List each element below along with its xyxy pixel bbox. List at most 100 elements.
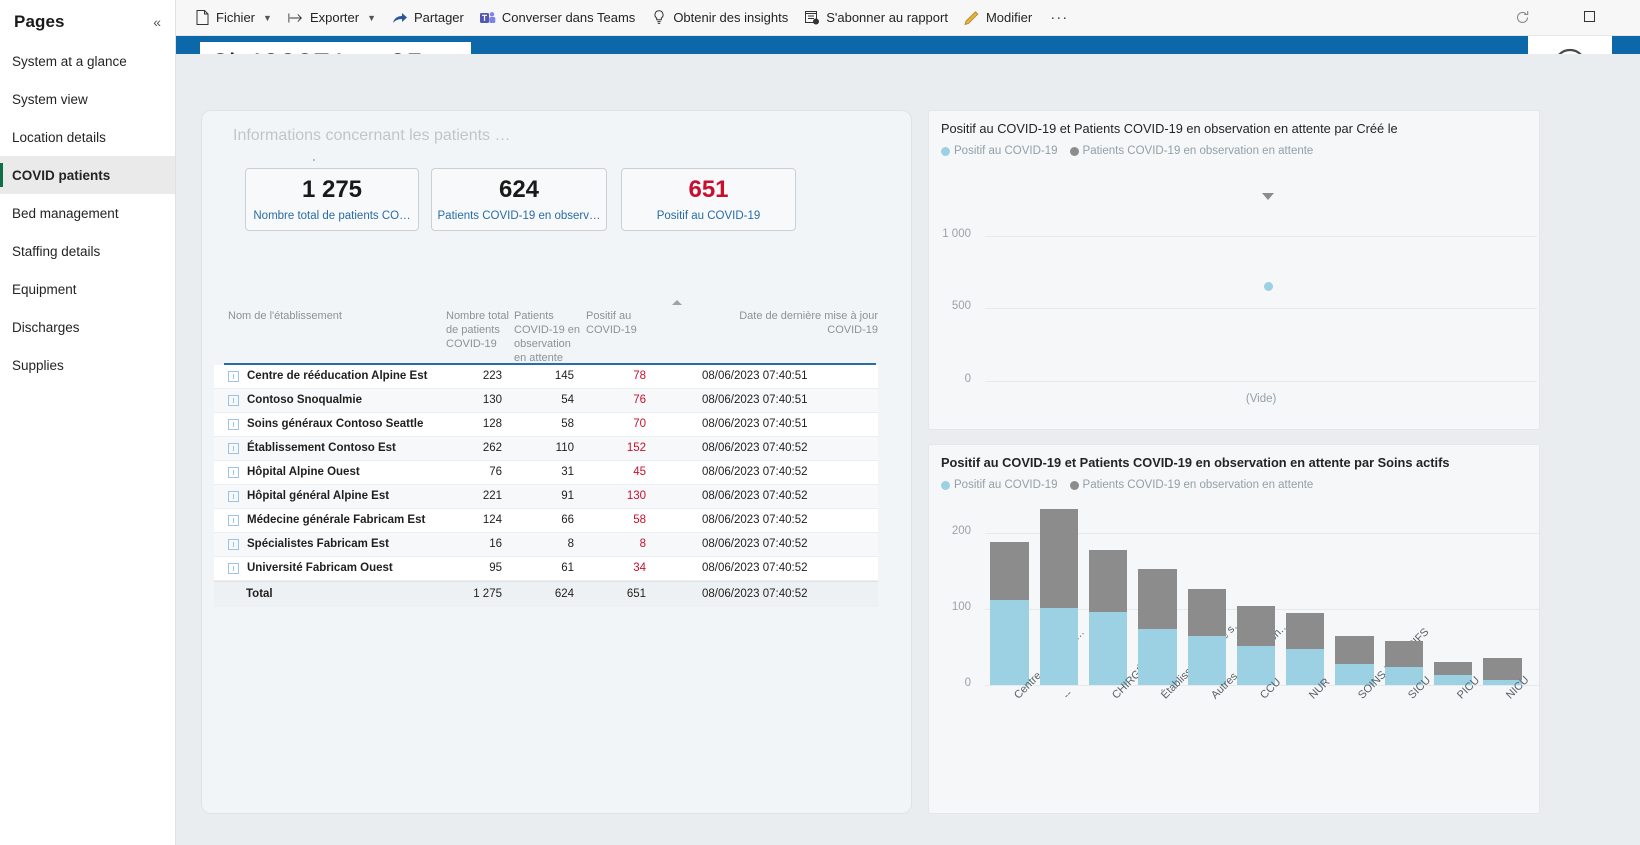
expand-icon[interactable] xyxy=(228,371,239,382)
legend-swatch xyxy=(941,480,950,490)
pages-sidebar: Pages « System at a glance System view Loc… xyxy=(0,0,176,845)
scatter-marker-positive[interactable] xyxy=(1263,282,1273,292)
sidebar-item-equipment[interactable]: Equipment xyxy=(0,270,175,308)
y-axis-tick: 0 xyxy=(964,373,971,385)
bar-segment-observation xyxy=(1483,657,1522,681)
table-row[interactable]: Hôpital général Alpine Est 221 91 130 08/06/… xyxy=(214,485,878,509)
expand-icon[interactable] xyxy=(228,395,239,406)
kpi-value: 624 xyxy=(498,176,540,204)
stacked-bar[interactable] xyxy=(1138,568,1177,685)
stacked-bar[interactable] xyxy=(1236,605,1276,685)
stacked-bar[interactable] xyxy=(1286,612,1325,685)
col-header-covid-positive[interactable]: Positif au COVID-19 xyxy=(586,301,658,337)
y-axis-tick: 500 xyxy=(951,300,971,313)
export-menu-button[interactable]: Exporter ▼ xyxy=(280,6,384,30)
sidebar-item-system-view[interactable]: System view xyxy=(0,80,175,118)
sidebar-item-bed-management[interactable]: Bed management xyxy=(0,194,175,232)
col-header-last-update[interactable]: Date de dernière mise à jour COVID-19 xyxy=(702,301,878,337)
col-header-facility-name[interactable]: Nom de l'établissement xyxy=(214,301,446,323)
cell-last-update: 08/06/2023 07:40:52 xyxy=(702,441,808,454)
stacked-bar[interactable] xyxy=(1384,640,1424,685)
bar-segment-positive xyxy=(1088,612,1128,685)
col-header-total-patients[interactable]: Nombre total de patients COVID-19 xyxy=(446,301,514,351)
sidebar-item-staffing-details[interactable]: Staffing details xyxy=(0,232,175,270)
sidebar-item-system-at-a-glance[interactable]: System at a glance xyxy=(0,42,175,80)
stacked-bar[interactable] xyxy=(1039,508,1079,685)
more-options-button[interactable]: ··· xyxy=(1040,5,1078,30)
stacked-bar[interactable] xyxy=(1088,550,1128,685)
legend-swatch xyxy=(1069,146,1079,156)
expand-icon[interactable] xyxy=(228,563,239,574)
expand-icon[interactable] xyxy=(228,467,239,478)
pencil-icon xyxy=(964,10,980,26)
restore-window-icon[interactable] xyxy=(1584,9,1598,23)
stacked-bar[interactable] xyxy=(1335,635,1374,685)
x-axis-tick: -- xyxy=(1060,687,1075,702)
kpi-card-total-patients[interactable]: 1 275 Nombre total de patients CO… xyxy=(245,168,419,231)
table-row[interactable]: Médecine générale Fabricam Est 124 66 58 08/… xyxy=(214,509,878,533)
stacked-bar[interactable] xyxy=(1187,589,1226,685)
kpi-card-observation-pending[interactable]: 624 Patients COVID-19 en observ… xyxy=(431,168,607,231)
kpi-card-covid-positive[interactable]: 651 Positif au COVID-19 xyxy=(621,168,796,231)
table-row[interactable]: Soins généraux Contoso Seattle 128 58 70 08/… xyxy=(214,413,878,437)
legend-label: Positif au COVID-19 xyxy=(954,145,1058,157)
bar-segment-observation xyxy=(1039,508,1079,609)
edit-button[interactable]: Modifier xyxy=(956,6,1040,30)
cell-covid-positive: 45 xyxy=(633,465,646,478)
bar-segment-positive xyxy=(1187,636,1226,685)
expand-icon[interactable] xyxy=(228,491,239,502)
legend-item-observation[interactable]: Patients COVID-19 en observation en atte… xyxy=(1069,145,1313,157)
bar-chart-card[interactable]: Positif au COVID-19 et Patients COVID-19… xyxy=(928,444,1540,814)
chevron-down-icon: ▼ xyxy=(367,12,376,23)
total-patients: 1 275 xyxy=(473,587,502,600)
sidebar-item-covid-patients[interactable]: COVID patients xyxy=(0,156,175,194)
legend-item-positive[interactable]: Positif au COVID-19 xyxy=(941,479,1058,491)
sidebar-header: Pages « xyxy=(0,0,175,42)
table-row[interactable]: Établissement Contoso Est 262 110 152 08/06/… xyxy=(214,437,878,461)
sidebar-item-label: Staffing details xyxy=(12,243,101,259)
bar-segment-positive xyxy=(1236,646,1276,685)
bar-segment-observation xyxy=(1088,550,1128,613)
chevron-double-left-icon[interactable]: « xyxy=(153,15,161,29)
sidebar-item-discharges[interactable]: Discharges xyxy=(0,308,175,346)
subscribe-button[interactable]: S'abonner au rapport xyxy=(796,6,956,30)
expand-icon[interactable] xyxy=(228,515,239,526)
expand-icon[interactable] xyxy=(228,419,239,430)
share-button[interactable]: Partager xyxy=(384,6,472,30)
bar-plot-area: 0100200Centre de conval…--CHIRGÉNÉtablis… xyxy=(929,491,1539,803)
cell-total-patients: 223 xyxy=(482,369,502,382)
table-row[interactable]: Spécialistes Fabricam Est 16 8 8 08/06/2023 … xyxy=(214,533,878,557)
col-header-observation-pending[interactable]: Patients COVID-19 en observation en atte… xyxy=(514,301,586,365)
kpi-label: Patients COVID-19 en observ… xyxy=(437,209,601,222)
insights-button[interactable]: Obtenir des insights xyxy=(643,6,796,30)
file-menu-button[interactable]: Fichier ▼ xyxy=(186,6,280,30)
stacked-bar[interactable] xyxy=(990,542,1029,685)
lightbulb-icon xyxy=(651,10,667,26)
scatter-chart-card[interactable]: Positif au COVID-19 et Patients COVID-19… xyxy=(928,110,1540,430)
table-row[interactable]: Contoso Snoqualmie 130 54 76 08/06/2023 07:4… xyxy=(214,389,878,413)
legend-item-observation[interactable]: Patients COVID-19 en observation en atte… xyxy=(1069,479,1314,491)
expand-icon[interactable] xyxy=(228,443,239,454)
legend-label: Patients COVID-19 en observation en atte… xyxy=(1082,479,1314,491)
table-row[interactable]: Hôpital Alpine Ouest 76 31 45 08/06/2023 07:… xyxy=(214,461,878,485)
cell-facility-name: Hôpital général Alpine Est xyxy=(247,489,390,502)
export-menu-label: Exporter xyxy=(309,10,360,25)
sidebar-item-supplies[interactable]: Supplies xyxy=(0,346,175,384)
total-positive: 651 xyxy=(626,587,646,600)
cell-facility-name: Hôpital Alpine Ouest xyxy=(247,465,360,478)
sidebar-item-location-details[interactable]: Location details xyxy=(0,118,175,156)
gridline xyxy=(985,308,1537,310)
table-row[interactable]: Centre de rééducation Alpine Est 223 145 78… xyxy=(214,365,878,389)
teams-chat-button[interactable]: Converser dans Teams xyxy=(472,6,643,30)
x-axis-tick: (Vide) xyxy=(1245,393,1277,405)
sidebar-item-label: Bed management xyxy=(12,205,119,221)
cell-total-patients: 95 xyxy=(489,561,502,574)
sidebar-item-label: System view xyxy=(12,91,88,107)
refresh-icon[interactable] xyxy=(1515,10,1530,28)
table-row[interactable]: Université Fabricam Ouest 95 61 34 08/06/202… xyxy=(214,557,878,581)
sort-ascending-icon xyxy=(672,300,682,305)
patient-info-panel: Informations concernant les patients … 1… xyxy=(201,110,912,814)
scatter-marker-observation[interactable] xyxy=(1261,192,1274,200)
legend-item-positive[interactable]: Positif au COVID-19 xyxy=(941,145,1058,157)
expand-icon[interactable] xyxy=(228,539,239,550)
